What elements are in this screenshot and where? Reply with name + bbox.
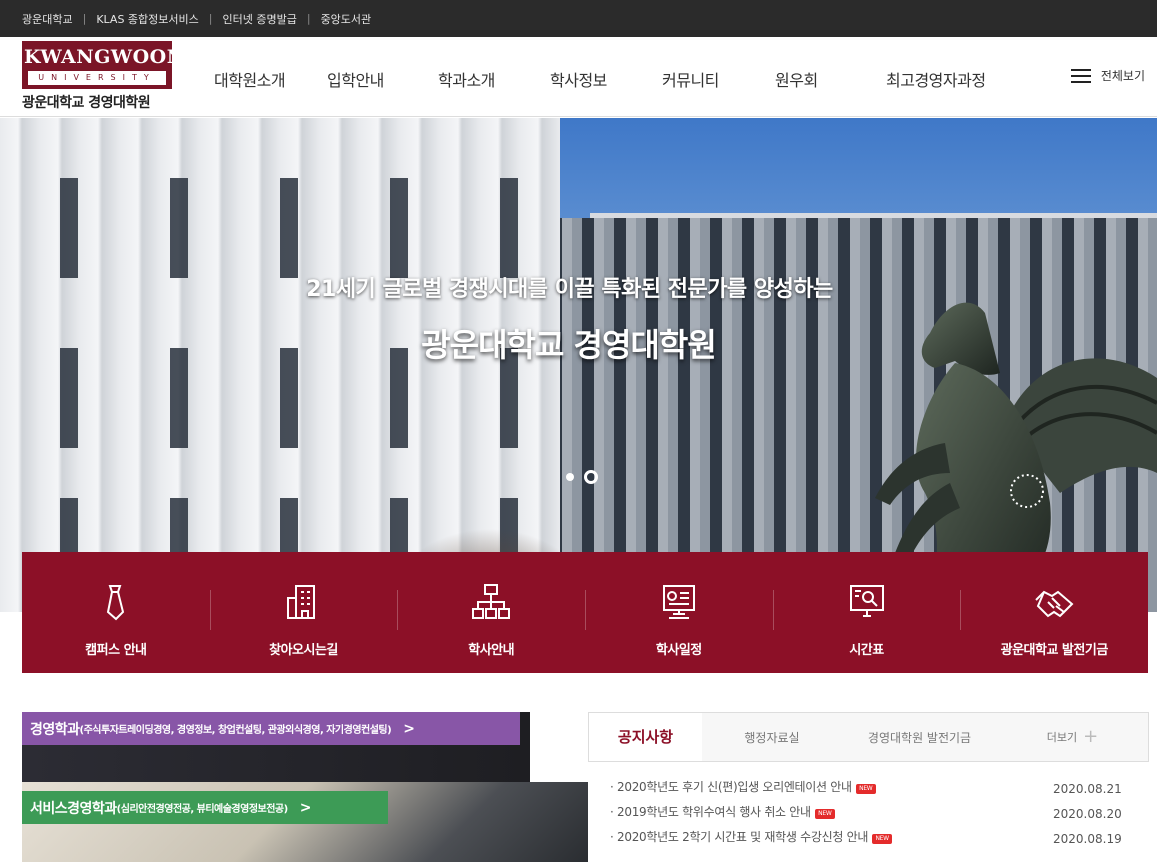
banner-subtitle: (심리안전경영전공, 뷰티예술경영정보전공) xyxy=(116,804,289,815)
plus-icon: + xyxy=(1083,726,1099,747)
department-banner-service: 서비스경영학과 (심리안전경영전공, 뷰티예술경영정보전공) > xyxy=(22,782,588,862)
notice-title-text: 2019학년도 학위수여식 행사 취소 안내 xyxy=(617,805,811,819)
notice-title: · 2019학년도 학위수여식 행사 취소 안내 NEW xyxy=(610,803,835,820)
notice-title: · 2020학년도 후기 신(편)입생 오리엔테이션 안내 NEW xyxy=(610,778,876,795)
util-separator: | xyxy=(82,12,87,25)
calendar-monitor-icon xyxy=(662,585,695,619)
notice-title-text: 2020학년도 2학기 시간표 및 재학생 수강신청 안내 xyxy=(617,830,869,844)
util-link-kwangwoon[interactable]: 광운대학교 xyxy=(22,11,73,27)
quick-link-label: 캠퍼스 안내 xyxy=(85,643,147,658)
all-menu-label: 전체보기 xyxy=(1100,69,1145,83)
hamburger-icon xyxy=(1070,68,1091,83)
logo-caption: 광운대학교 경영대학원 xyxy=(22,95,151,111)
site-header: KWANGWOON UNIVERSITY 광운대학교 경영대학원 대학원소개 입… xyxy=(0,37,1157,117)
notice-title-text: 2020학년도 후기 신(편)입생 오리엔테이션 안내 xyxy=(617,780,852,794)
banner-business-link[interactable]: 경영학과 (주식투자트레이딩경영, 경영정보, 창업컨설팅, 관광외식경영, 자… xyxy=(22,712,520,745)
quick-link-label: 학사일정 xyxy=(655,643,702,658)
nav-item-about[interactable]: 대학원소개 xyxy=(214,67,286,91)
nav-item-academics[interactable]: 학사정보 xyxy=(550,67,607,91)
quick-link-campus[interactable]: 캠퍼스 안내 xyxy=(22,552,210,673)
nav-item-admission[interactable]: 입학안내 xyxy=(327,67,384,91)
list-item[interactable]: · 2019학년도 학위수여식 행사 취소 안내 NEW 2020.08.20 xyxy=(588,799,1149,824)
board-tabs: 공지사항 행정자료실 경영대학원 발전기금 더보기 + xyxy=(588,712,1149,762)
university-logo[interactable]: KWANGWOON UNIVERSITY xyxy=(22,41,184,89)
util-link-klas[interactable]: KLAS 종합정보서비스 xyxy=(96,11,198,27)
search-monitor-icon xyxy=(849,585,884,617)
utility-bar: 광운대학교 | KLAS 종합정보서비스 | 인터넷 증명발급 | 중앙도서관 xyxy=(0,0,1157,37)
new-badge: NEW xyxy=(872,834,893,844)
quick-link-label: 시간표 xyxy=(849,643,884,658)
quick-link-label: 광운대학교 발전기금 xyxy=(1000,643,1109,658)
banner-title: 서비스경영학과 xyxy=(30,800,117,817)
tab-development-fund[interactable]: 경영대학원 발전기금 xyxy=(842,713,997,761)
util-separator: | xyxy=(208,12,213,25)
util-link-library[interactable]: 중앙도서관 xyxy=(321,11,372,27)
notice-date: 2020.08.19 xyxy=(1053,832,1122,846)
notice-board: 공지사항 행정자료실 경영대학원 발전기금 더보기 + · 2020학년도 후기… xyxy=(588,712,1149,867)
all-menu-button[interactable]: 전체보기 xyxy=(1070,67,1145,84)
slider-dot-1[interactable] xyxy=(566,473,574,481)
banner-subtitle: (주식투자트레이딩경영, 경영정보, 창업컨설팅, 관광외식경영, 자기경영컨설… xyxy=(79,725,392,736)
banner-service-link[interactable]: 서비스경영학과 (심리안전경영전공, 뷰티예술경영정보전공) > xyxy=(22,791,388,824)
notice-date: 2020.08.20 xyxy=(1053,807,1122,821)
tab-admin-materials[interactable]: 행정자료실 xyxy=(702,713,842,761)
new-badge: NEW xyxy=(814,809,835,819)
tab-notices[interactable]: 공지사항 xyxy=(589,713,702,761)
chevron-right-icon: > xyxy=(403,720,415,737)
nav-item-departments[interactable]: 학과소개 xyxy=(438,67,495,91)
quick-links-bar: 캠퍼스 안내 찾아오시는길 학사안내 학사일정 시간표 광운대학교 발전기금 xyxy=(22,552,1148,673)
quick-link-academic-guide[interactable]: 학사안내 xyxy=(397,552,585,673)
logo-subtitle: UNIVERSITY xyxy=(28,71,166,85)
building-icon xyxy=(286,585,315,619)
quick-link-directions[interactable]: 찾아오시는길 xyxy=(209,552,398,673)
new-badge: NEW xyxy=(855,784,876,794)
quick-link-label: 찾아오시는길 xyxy=(269,643,338,658)
slider-pagination xyxy=(566,470,608,484)
chevron-right-icon: > xyxy=(299,799,312,816)
quick-link-calendar[interactable]: 학사일정 xyxy=(585,552,773,673)
quick-link-development-fund[interactable]: 광운대학교 발전기금 xyxy=(960,552,1148,673)
quick-link-label: 학사안내 xyxy=(468,643,515,658)
hero-headline: 21세기 글로벌 경쟁시대를 이끌 특화된 전문가를 양성하는 xyxy=(306,277,833,302)
banner-title: 경영학과 xyxy=(30,721,80,738)
more-button[interactable]: 더보기 + xyxy=(997,713,1148,761)
notice-list: · 2020학년도 후기 신(편)입생 오리엔테이션 안내 NEW 2020.08… xyxy=(588,774,1149,849)
list-item[interactable]: · 2020학년도 2학기 시간표 및 재학생 수강신청 안내 NEW 2020.… xyxy=(588,824,1149,849)
nav-item-executive[interactable]: 최고경영자과정 xyxy=(886,67,986,91)
util-separator: | xyxy=(306,12,311,25)
notice-date: 2020.08.21 xyxy=(1053,782,1122,796)
department-banner-business: 경영학과 (주식투자트레이딩경영, 경영정보, 창업컨설팅, 관광외식경영, 자… xyxy=(22,712,530,782)
nav-item-alumni[interactable]: 원우회 xyxy=(775,67,818,91)
notice-title: · 2020학년도 2학기 시간표 및 재학생 수강신청 안내 NEW xyxy=(610,828,893,845)
tie-icon xyxy=(106,585,124,621)
slider-dot-2-active[interactable] xyxy=(584,470,598,484)
hero-title: 광운대학교 경영대학원 xyxy=(421,326,717,364)
more-label: 더보기 xyxy=(1046,731,1078,744)
util-link-certificate[interactable]: 인터넷 증명발급 xyxy=(223,11,297,27)
logo-wordmark: KWANGWOON xyxy=(24,43,184,71)
org-chart-icon xyxy=(472,584,511,619)
hero-banner: 21세기 글로벌 경쟁시대를 이끌 특화된 전문가를 양성하는 광운대학교 경영… xyxy=(0,118,1157,612)
handshake-icon xyxy=(1035,590,1074,618)
quick-link-timetable[interactable]: 시간표 xyxy=(772,552,961,673)
nav-item-community[interactable]: 커뮤니티 xyxy=(662,67,719,91)
list-item[interactable]: · 2020학년도 후기 신(편)입생 오리엔테이션 안내 NEW 2020.08… xyxy=(588,774,1149,799)
